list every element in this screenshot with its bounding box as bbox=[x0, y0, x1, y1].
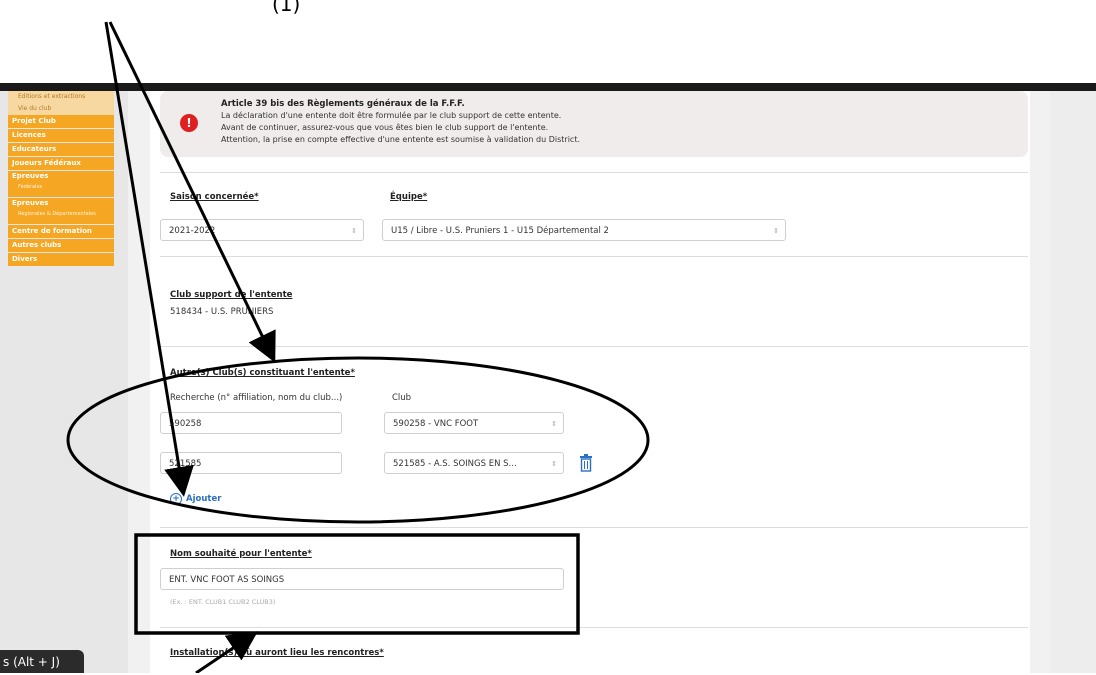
annotation-overlay bbox=[66, 21, 650, 673]
arrow-annotation bbox=[195, 631, 258, 673]
highlight-rectangle bbox=[134, 533, 580, 635]
highlight-ellipse bbox=[66, 356, 650, 524]
